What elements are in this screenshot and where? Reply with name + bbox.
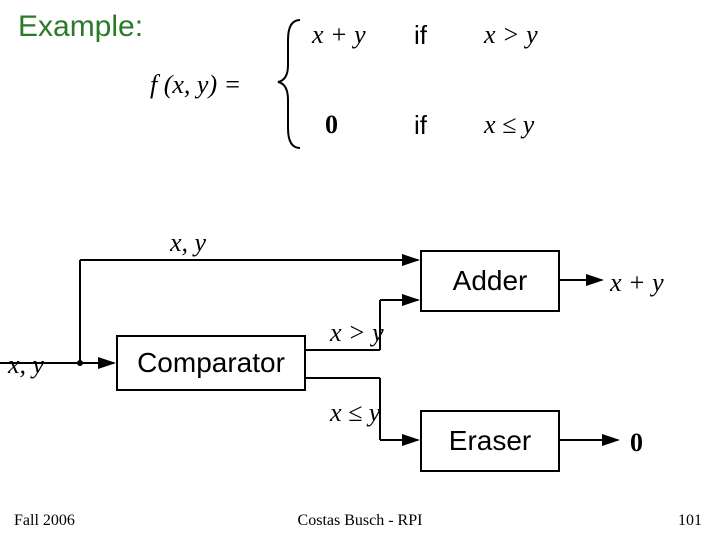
output-top: x + y xyxy=(610,268,664,298)
footer-right: 101 xyxy=(678,512,702,530)
eraser-label: Eraser xyxy=(449,425,531,457)
diagram-input-left: x, y xyxy=(8,350,44,380)
case1-cond: x > y xyxy=(484,20,538,50)
footer-center: Costas Busch - RPI xyxy=(298,512,423,530)
func-def: f (x, y) = xyxy=(150,70,241,100)
adder-label: Adder xyxy=(453,265,528,297)
adder-box: Adder xyxy=(420,250,560,312)
diagram-input-top: x, y xyxy=(170,228,206,258)
comparator-label: Comparator xyxy=(137,347,285,379)
case2-if: if xyxy=(414,110,427,141)
eraser-box: Eraser xyxy=(420,410,560,472)
case1-expr: x + y xyxy=(312,20,366,50)
output-bottom: 0 xyxy=(630,428,643,458)
cond-top-label: x > y xyxy=(330,318,384,348)
footer-left: Fall 2006 xyxy=(14,512,75,530)
case2-expr: 0 xyxy=(325,110,338,140)
case1-if: if xyxy=(414,20,427,51)
case2-cond: x ≤ y xyxy=(484,110,534,140)
comparator-box: Comparator xyxy=(116,335,306,391)
page-title: Example: xyxy=(18,10,143,44)
cond-bottom-label: x ≤ y xyxy=(330,398,380,428)
